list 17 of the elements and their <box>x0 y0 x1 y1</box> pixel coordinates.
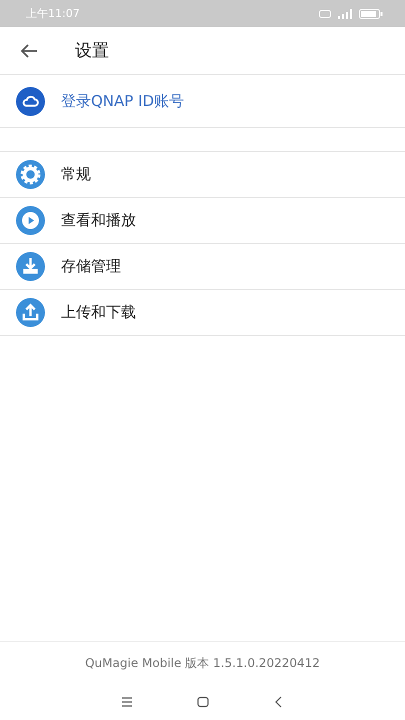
cloud-icon <box>16 86 45 116</box>
version-text: QuMagie Mobile 版本 1.5.1.0.20220412 <box>85 654 320 672</box>
page-title: 设置 <box>75 40 109 62</box>
download-icon <box>16 252 45 281</box>
menu-icon[interactable] <box>120 695 134 709</box>
upload-icon <box>16 298 45 327</box>
play-icon <box>16 206 45 235</box>
settings-item[interactable]: 存储管理 <box>61 257 121 276</box>
home-icon[interactable] <box>196 695 210 709</box>
settings-item[interactable]: 常规 <box>61 165 91 184</box>
hd-icon <box>319 10 331 18</box>
settings-item[interactable]: 查看和播放 <box>61 211 136 230</box>
gear-icon <box>16 160 45 189</box>
login-link[interactable]: 登录QNAP ID账号 <box>61 92 184 110</box>
settings-item[interactable]: 上传和下载 <box>61 303 136 322</box>
battery-icon <box>359 8 383 18</box>
signal-icon <box>337 8 353 18</box>
